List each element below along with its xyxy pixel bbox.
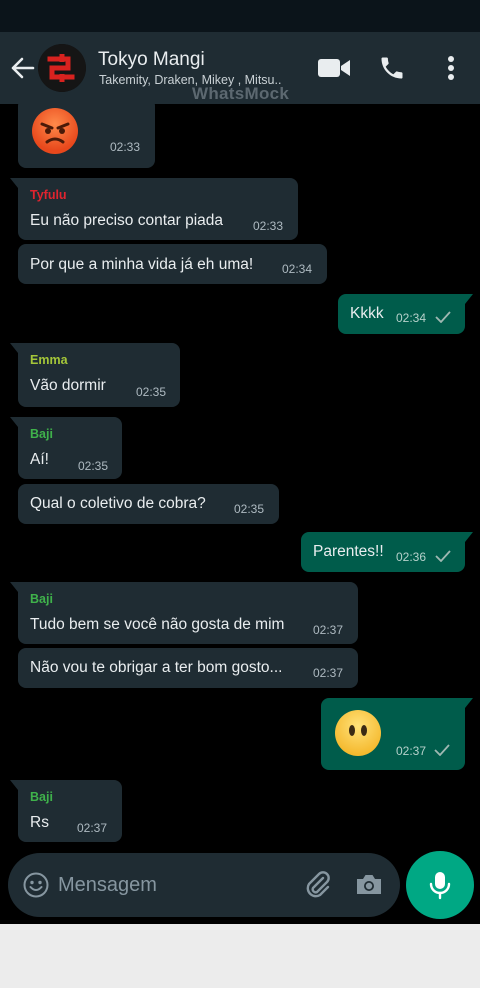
message-time: 02:37 [396,744,427,758]
message-time: 02:35 [78,459,109,473]
sender-name: Tyfulu [30,188,67,202]
message-list[interactable]: 02:33 Tyfulu Eu não preciso contar piada… [0,104,480,924]
more-options-icon[interactable] [438,52,464,84]
group-avatar[interactable] [38,44,86,92]
message-text: Parentes!! [313,543,384,560]
status-bar [0,0,480,32]
message-input[interactable] [58,871,294,899]
sender-name: Baji [30,790,53,804]
phone-call-icon[interactable] [376,52,408,84]
message-time: 02:36 [396,550,427,564]
message-time: 02:35 [234,502,265,516]
message-text: Não vou te obrigar a ter bom gosto... [30,659,283,676]
sender-name: Baji [30,592,53,606]
message-text: Vão dormir [30,377,106,394]
message-text: Kkkk [350,305,384,322]
message-text: Qual o coletivo de cobra? [30,495,206,512]
paperclip-icon[interactable] [302,869,334,901]
message-bubble[interactable]: Não vou te obrigar a ter bom gosto... 02… [18,648,358,688]
message-bubble[interactable]: Baji Aí! 02:35 [10,417,122,479]
message-bubble[interactable]: 02:33 [18,104,155,168]
message-text: Aí! [30,451,49,468]
face-without-mouth-emoji [335,710,381,756]
watermark-label: WhatsMock [192,84,290,103]
message-text: Eu não preciso contar piada [30,212,224,229]
message-bubble[interactable]: Emma Vão dormir 02:35 [10,343,180,407]
sent-check-icon [434,744,450,756]
message-text: Rs [30,814,49,831]
camera-icon[interactable] [354,870,386,900]
message-bubble[interactable]: Baji Tudo bem se você não gosta de mim 0… [10,582,358,644]
bottom-area [0,924,480,988]
sender-name: Emma [30,353,68,367]
video-call-icon[interactable] [316,54,352,82]
message-bubble[interactable]: Tyfulu Eu não preciso contar piada 02:33 [10,178,298,240]
message-bubble[interactable]: Por que a minha vida já eh uma! 02:34 [18,244,327,284]
microphone-icon [429,872,451,900]
message-time: 02:37 [313,623,344,637]
chat-header: Tokyo Mangi Takemity, Draken, Mikey , Mi… [0,32,480,104]
message-time: 02:34 [396,311,427,325]
group-name[interactable]: Tokyo Mangi [98,49,205,71]
message-bubble[interactable]: Parentes!! 02:36 [301,532,473,572]
sent-check-icon [435,550,451,562]
message-text: Tudo bem se você não gosta de mim [30,616,285,633]
message-bubble[interactable]: 02:37 [321,698,473,770]
angry-face-emoji [32,108,78,154]
message-bubble[interactable]: Qual o coletivo de cobra? 02:35 [18,484,279,524]
sent-check-icon [435,311,451,323]
message-composer [8,853,400,917]
back-arrow-icon[interactable] [6,54,38,82]
message-time: 02:35 [136,385,167,399]
sender-name: Baji [30,427,53,441]
message-time: 02:37 [77,821,108,835]
message-time: 02:33 [110,140,141,154]
message-bubble[interactable]: Baji Rs 02:37 [10,780,122,842]
emoji-icon[interactable] [22,871,50,899]
microphone-button[interactable] [406,851,474,919]
message-time: 02:37 [313,666,344,680]
message-time: 02:33 [253,219,284,233]
message-time: 02:34 [282,262,313,276]
message-bubble[interactable]: Kkkk 02:34 [338,294,473,334]
message-text: Por que a minha vida já eh uma! [30,256,254,273]
